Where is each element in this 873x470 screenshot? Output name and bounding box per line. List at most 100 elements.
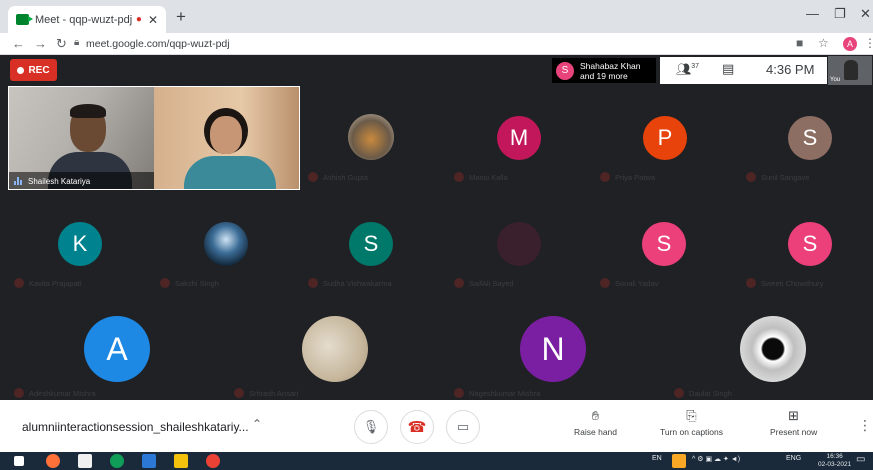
self-label: You	[830, 77, 841, 83]
camera-button[interactable]: ▭	[446, 410, 480, 444]
participant-name: Sakshi Singh	[160, 278, 219, 288]
participant-tile[interactable]: M Mansi Kalla	[446, 86, 592, 190]
recording-badge: REC	[10, 59, 57, 81]
language-indicator[interactable]: EN	[652, 455, 662, 462]
presenter-text: Shahabaz Khan and 19 more	[580, 61, 641, 81]
url-field[interactable]: meet.google.com/qqp-wuzt-pdj	[86, 38, 230, 50]
video-person-body	[184, 156, 276, 190]
maximize-icon[interactable]: ❐	[834, 6, 846, 22]
microphone-button[interactable]: 🎙︎	[354, 410, 388, 444]
edge-icon[interactable]	[110, 454, 124, 468]
video-tile-shailesh[interactable]: Shailesh Katariya	[8, 86, 154, 190]
participant-tile[interactable]: Srhrash Ansari	[224, 294, 442, 400]
presenter-avatar: S	[556, 61, 574, 80]
mail-icon[interactable]	[142, 454, 156, 468]
participant-name: SaifAli Sayed	[454, 278, 514, 288]
participant-name: Priya Patwa	[600, 172, 655, 182]
chevron-up-icon[interactable]: ⌃	[252, 417, 262, 431]
self-view-tile[interactable]: You	[828, 56, 872, 85]
camera-indicator-icon[interactable]: ■	[796, 36, 803, 50]
chrome-icon[interactable]	[206, 454, 220, 468]
participant-tile[interactable]: Sakshi Singh	[154, 190, 300, 294]
captions-label: Turn on captions	[660, 427, 723, 437]
minimize-icon[interactable]: —	[806, 6, 819, 21]
meeting-details-name[interactable]: alumniinteractionsession_shaileshkatariy…	[22, 420, 249, 434]
video-person-hair	[70, 104, 106, 118]
people-button[interactable]: 👥︎37	[676, 62, 699, 76]
camera-icon: ▭	[456, 419, 470, 434]
participant-name: Sonali Yadav	[600, 278, 659, 288]
participant-avatar: S	[349, 222, 393, 266]
windows-start-icon[interactable]	[14, 456, 24, 466]
browser-tab-strip: Meet - qqp-wuzt-pdj ● ✕ + — ❐ ✕	[0, 0, 873, 33]
new-tab-icon[interactable]: +	[176, 7, 186, 27]
bookmark-star-icon[interactable]: ☆	[818, 36, 829, 50]
input-language[interactable]: ENG	[786, 455, 801, 462]
mic-muted-icon	[234, 388, 244, 398]
file-explorer-icon[interactable]	[174, 454, 188, 468]
store-icon[interactable]	[78, 454, 92, 468]
tray-app-icon[interactable]	[672, 454, 686, 468]
participant-tile[interactable]: A Adeshkumar Mishra	[8, 294, 224, 400]
raise-hand-label: Raise hand	[574, 427, 618, 437]
browser-tab[interactable]: Meet - qqp-wuzt-pdj ● ✕	[8, 6, 166, 33]
tray-icons[interactable]: ^ ⚙ ▣ ☁ ✦ ◄)	[692, 455, 740, 463]
windows-taskbar: EN ^ ⚙ ▣ ☁ ✦ ◄) ENG 16:36 02-03-2021 ▭	[0, 452, 873, 470]
present-label: Present now	[770, 427, 818, 437]
mic-muted-icon	[600, 278, 610, 288]
profile-avatar[interactable]: A	[843, 37, 857, 51]
microphone-icon: 🎙︎	[362, 419, 380, 434]
participant-tile[interactable]: K Kavita Prajapati	[8, 190, 154, 294]
participant-name: Mansi Kalla	[454, 172, 508, 182]
captions-icon: ⎘	[686, 408, 697, 423]
video-tile-2[interactable]	[154, 86, 300, 190]
mic-muted-icon	[746, 172, 756, 182]
participant-photo	[348, 114, 394, 160]
firefox-icon[interactable]	[46, 454, 60, 468]
presenter-info[interactable]: S Shahabaz Khan and 19 more	[552, 58, 656, 83]
participant-name: Ashish Gupta	[308, 172, 368, 182]
end-call-button[interactable]: ☎︎	[400, 410, 434, 444]
chat-icon[interactable]: ▤	[722, 61, 734, 77]
participant-count: 37	[691, 63, 700, 70]
participant-avatar: P	[643, 116, 687, 160]
participant-tile[interactable]: N Nageshkumar Mishra	[442, 294, 660, 400]
participant-name: Sunil Sangave	[746, 172, 809, 182]
present-icon: ⊞	[788, 408, 800, 423]
forward-icon[interactable]: →	[34, 36, 47, 51]
participant-tile[interactable]: SaifAli Sayed	[446, 190, 592, 294]
participant-photo	[497, 222, 541, 266]
present-now-button[interactable]: ⊞ Present now	[770, 408, 817, 437]
participant-name: Adeshkumar Mishra	[14, 388, 96, 398]
notifications-icon[interactable]: ▭	[856, 454, 865, 465]
back-icon[interactable]: ←	[12, 36, 25, 51]
more-options-icon[interactable]: ⋮	[858, 417, 872, 434]
participant-photo	[204, 222, 248, 266]
tab-title: Meet - qqp-wuzt-pdj	[35, 13, 133, 26]
close-tab-icon[interactable]: ✕	[148, 13, 158, 27]
captions-button[interactable]: ⎘ Turn on captions	[660, 408, 723, 437]
mic-muted-icon	[14, 278, 24, 288]
reload-icon[interactable]: ↻	[56, 36, 67, 52]
mic-muted-icon	[160, 278, 170, 288]
participant-name: Daulat Singh	[674, 388, 732, 398]
video-name: Shailesh Katariya	[28, 176, 91, 186]
participant-tile[interactable]: S Sweeti Chowdhury	[738, 190, 873, 294]
people-icon: 👥︎	[676, 62, 692, 76]
participant-name: Nageshkumar Mishra	[454, 388, 540, 398]
participant-avatar: S	[788, 116, 832, 160]
browser-menu-icon[interactable]: ⋮	[864, 36, 873, 50]
participant-avatar: K	[58, 222, 102, 266]
meeting-time: 4:36 PM	[766, 62, 815, 77]
participant-tile[interactable]: Daulat Singh	[660, 294, 873, 400]
raise-hand-button[interactable]: ✋︎ Raise hand	[574, 408, 617, 437]
participant-tile[interactable]: P Priya Patwa	[592, 86, 738, 190]
participant-tile[interactable]: S Sunil Sangave	[738, 86, 873, 190]
close-window-icon[interactable]: ✕	[860, 6, 871, 22]
system-clock[interactable]: 16:36 02-03-2021	[818, 453, 851, 469]
participant-photo	[740, 316, 806, 382]
participant-tile[interactable]: S Sudha Vishwakarma	[300, 190, 446, 294]
mic-muted-icon	[454, 278, 464, 288]
participant-tile[interactable]: S Sonali Yadav	[592, 190, 738, 294]
participant-tile[interactable]: Ashish Gupta	[300, 86, 446, 190]
